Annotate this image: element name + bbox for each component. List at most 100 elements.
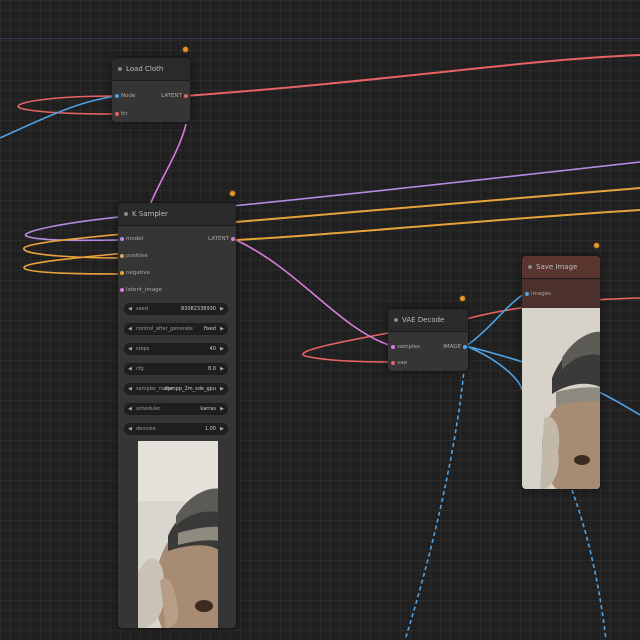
decrement-arrow-icon[interactable]: ◀ [128, 363, 132, 375]
sampler-name-widget[interactable]: ◀ sampler_name dpmpp_2m_sde_gpu ▶ [124, 383, 228, 395]
input-slot[interactable]: latent_image [120, 286, 162, 294]
decrement-arrow-icon[interactable]: ◀ [128, 383, 132, 395]
increment-arrow-icon[interactable]: ▶ [220, 423, 224, 435]
decrement-arrow-icon[interactable]: ◀ [128, 423, 132, 435]
output-slot[interactable]: IMAGE [443, 343, 467, 351]
control-after-generate-widget[interactable]: ◀ control_after_generate fixed ▶ [124, 323, 228, 335]
input-slot[interactable]: vae [391, 359, 407, 367]
slot-label: LATENT [208, 236, 229, 242]
collapse-dot-icon[interactable] [124, 212, 128, 216]
increment-arrow-icon[interactable]: ▶ [220, 303, 224, 315]
output-slot[interactable]: LATENT [161, 92, 188, 100]
input-pin-icon[interactable] [120, 288, 124, 292]
slot-label: samples [397, 344, 420, 350]
increment-arrow-icon[interactable]: ▶ [220, 343, 224, 355]
ksampler-node[interactable]: K Sampler model positive negative latent… [118, 203, 236, 628]
slot-label: positive [126, 253, 148, 259]
node-badge-icon [182, 46, 189, 53]
node-badge-icon [229, 190, 236, 197]
input-slot[interactable]: samples [391, 343, 420, 351]
slot-label: vae [397, 360, 408, 366]
seed-widget[interactable]: ◀ seed 83082338930 ▶ [124, 303, 228, 315]
collapse-dot-icon[interactable] [528, 265, 532, 269]
node-badge-icon [459, 295, 466, 302]
link-blue-6 [571, 489, 607, 640]
widget-value: 8.0 [208, 366, 216, 372]
decrement-arrow-icon[interactable]: ◀ [128, 323, 132, 335]
cfg-widget[interactable]: ◀ cfg 8.0 ▶ [124, 363, 228, 375]
input-slot[interactable]: negative [120, 269, 150, 277]
output-pin-icon[interactable] [184, 94, 188, 98]
widget-value: 83082338930 [181, 306, 216, 312]
input-pin-icon[interactable] [115, 94, 119, 98]
decrement-arrow-icon[interactable]: ◀ [128, 403, 132, 415]
input-slot[interactable]: images [525, 290, 551, 298]
input-slot[interactable]: positive [120, 252, 148, 260]
node-title[interactable]: Load Cloth [112, 58, 190, 81]
node-title-text: VAE Decode [402, 316, 445, 324]
slot-label: ttr [121, 111, 128, 117]
increment-arrow-icon[interactable]: ▶ [220, 383, 224, 395]
load-node[interactable]: Load Cloth Node ttr LATENT [112, 58, 190, 122]
slot-label: IMAGE [443, 344, 461, 350]
link-blue-3 [465, 345, 523, 391]
widget-label: denoise [136, 426, 156, 432]
node-title[interactable]: K Sampler [118, 203, 236, 226]
input-slot[interactable]: model [120, 235, 143, 243]
link-orange-1 [235, 187, 640, 223]
node-graph-canvas[interactable]: Load Cloth Node ttr LATENT K Sampler mod… [0, 0, 640, 640]
slot-label: images [531, 291, 551, 297]
input-slot[interactable]: ttr [115, 110, 128, 118]
input-pin-icon[interactable] [115, 112, 119, 116]
input-pin-icon[interactable] [120, 254, 124, 258]
widget-label: steps [136, 346, 150, 352]
widget-label: control_after_generate [136, 326, 193, 332]
node-title[interactable]: Save Image [522, 256, 600, 279]
input-pin-icon[interactable] [525, 292, 529, 296]
decrement-arrow-icon[interactable]: ◀ [128, 343, 132, 355]
node-title[interactable]: VAE Decode [388, 309, 468, 332]
widget-value: 1.00 [204, 426, 216, 432]
link-orange-2 [235, 209, 640, 241]
decrement-arrow-icon[interactable]: ◀ [128, 303, 132, 315]
steps-widget[interactable]: ◀ steps 40 ▶ [124, 343, 228, 355]
collapse-dot-icon[interactable] [394, 318, 398, 322]
widget-label: seed [136, 306, 148, 312]
widget-label: scheduler [136, 406, 161, 412]
collapse-dot-icon[interactable] [118, 67, 122, 71]
slot-label: model [126, 236, 144, 242]
sampler-preview-image [138, 441, 218, 628]
increment-arrow-icon[interactable]: ▶ [220, 363, 224, 375]
denoise-widget[interactable]: ◀ denoise 1.00 ▶ [124, 423, 228, 435]
increment-arrow-icon[interactable]: ▶ [220, 323, 224, 335]
vae-decode-node[interactable]: VAE Decode samples vae IMAGE [388, 309, 468, 371]
slot-label: latent_image [126, 287, 162, 293]
widget-value: karras [200, 406, 216, 412]
output-slot[interactable]: LATENT [208, 235, 235, 243]
input-pin-icon[interactable] [120, 237, 124, 241]
node-title-text: Save Image [536, 263, 578, 271]
input-pin-icon[interactable] [391, 345, 395, 349]
output-pin-icon[interactable] [463, 345, 467, 349]
slot-label: LATENT [161, 93, 182, 99]
increment-arrow-icon[interactable]: ▶ [220, 403, 224, 415]
link-pink-2 [235, 239, 393, 347]
scheduler-widget[interactable]: ◀ scheduler karras ▶ [124, 403, 228, 415]
output-preview-image [522, 308, 600, 489]
link-blue-5 [404, 345, 467, 640]
node-title-text: Load Cloth [126, 65, 164, 73]
input-pin-icon[interactable] [391, 361, 395, 365]
slot-label: Node [121, 93, 136, 99]
link-blue-2 [465, 291, 529, 347]
node-title-text: K Sampler [132, 210, 168, 218]
link-blue-1 [0, 95, 119, 139]
input-slot[interactable]: Node [115, 92, 135, 100]
save-image-node[interactable]: Save Image images [522, 256, 600, 489]
widget-label: cfg [136, 366, 144, 372]
widget-value: 40 [209, 346, 216, 352]
slot-label: negative [126, 270, 151, 276]
widget-value: dpmpp_2m_sde_gpu [164, 386, 217, 392]
output-pin-icon[interactable] [231, 237, 235, 241]
node-badge-icon [593, 242, 600, 249]
input-pin-icon[interactable] [120, 271, 124, 275]
